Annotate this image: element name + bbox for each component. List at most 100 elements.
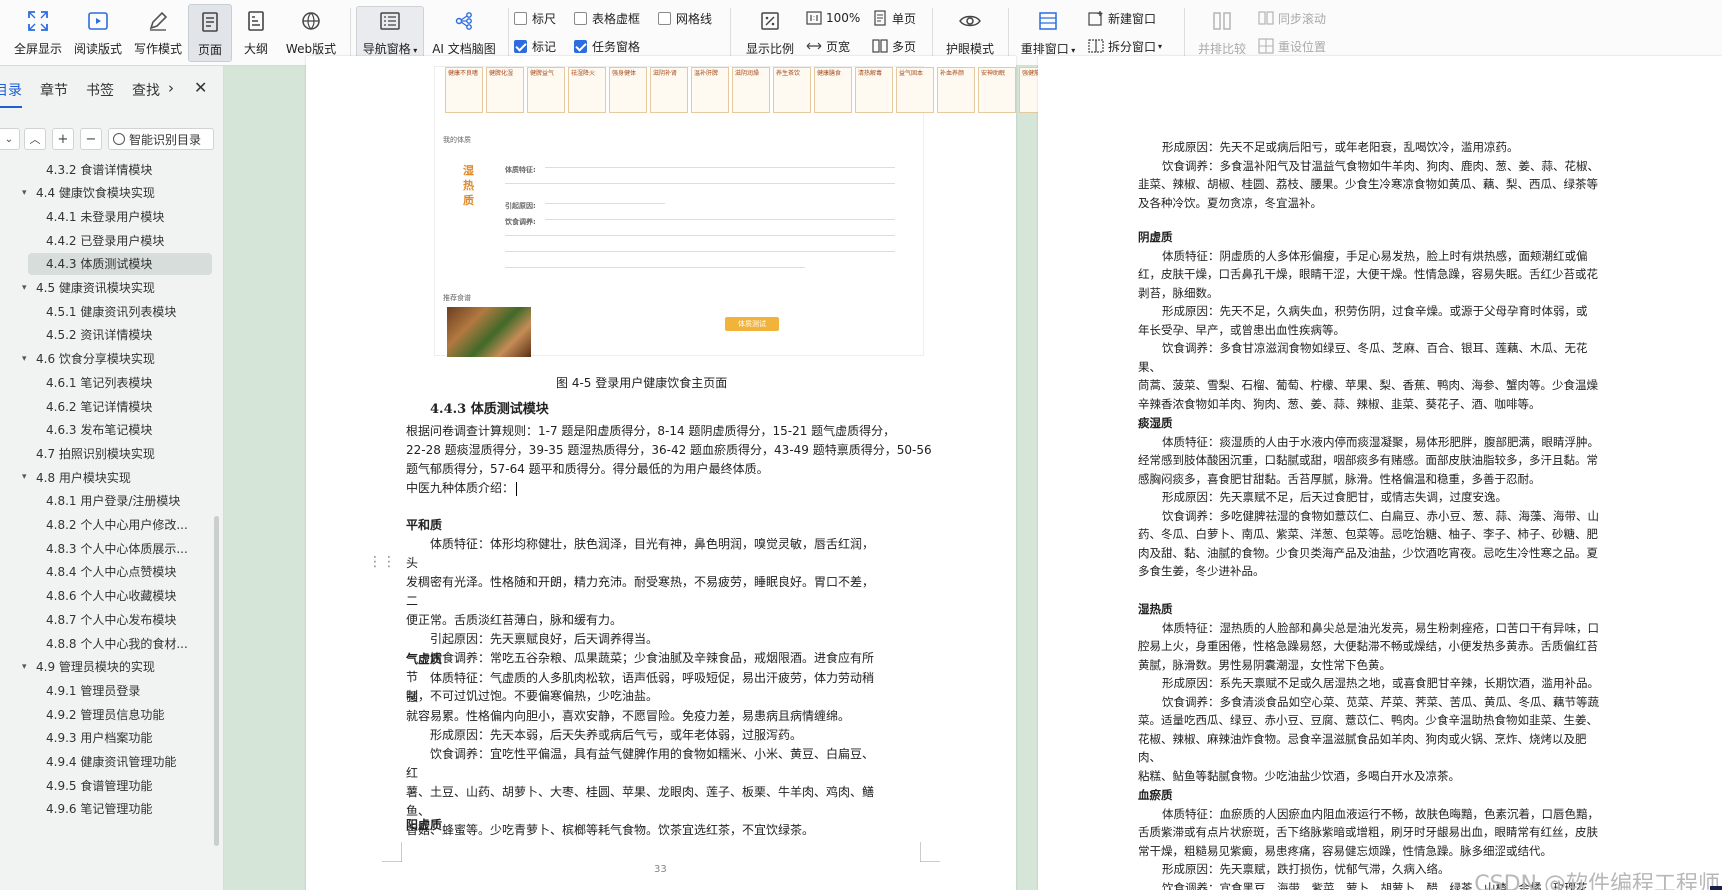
page-width-icon (806, 38, 822, 54)
caret-down-icon[interactable]: ▾ (22, 354, 32, 364)
tab-toc[interactable]: 目录 (0, 80, 22, 100)
toc-item[interactable]: ▾ 4.6 饮食分享模块实现 (0, 348, 214, 370)
outline-button[interactable]: 大纲 (238, 4, 274, 62)
toc-item[interactable]: 4.5.1 健康资讯列表模块 (0, 300, 214, 322)
toc-item-label: 4.6.1 笔记列表模块 (46, 375, 153, 390)
checkbox-box (658, 11, 671, 25)
food-tile: 健脾化湿 (486, 67, 524, 113)
eye-protection-button[interactable]: 护眼模式 (940, 4, 1000, 62)
toc-item[interactable]: 4.9.3 用户档案功能 (0, 727, 214, 749)
reset-position-button[interactable]: 重设位置 (1258, 35, 1326, 57)
toc-item[interactable]: 4.8.1 用户登录/注册模块 (0, 490, 214, 512)
toc-item[interactable]: 4.8.6 个人中心收藏模块 (0, 585, 214, 607)
text-line: 黄腻，脉滑数。男性易阴囊潮湿，女性常下色黄。 (1138, 657, 1391, 672)
toc-item[interactable]: 4.7 拍照识别模块实现 (0, 442, 214, 464)
toc-item[interactable]: 4.6.2 笔记详情模块 (0, 395, 214, 417)
toc-item-label: 4.8 用户模块实现 (36, 470, 131, 485)
sync-scroll-icon (1258, 10, 1274, 26)
text-line: 引起原因：先天禀赋良好，后天调养得当。 (430, 632, 659, 646)
nav-pane-icon (377, 8, 403, 34)
single-page-button[interactable]: 单页 (872, 7, 916, 29)
text-line: 花椒、辣椒、麻辣油炸食物。忌食辛温滋腻食品如羊肉、狗肉或火锅、烹炸、烧烤以及肥肉… (1138, 731, 1587, 765)
zoom-ratio-button[interactable]: 显示比例 (742, 4, 798, 62)
toc-item[interactable]: 4.4.2 已登录用户模块 (0, 229, 214, 251)
toc-item[interactable]: ▾ 4.9 管理员模块的实现 (0, 656, 214, 678)
toc-item[interactable]: 4.8.3 个人中心体质展示... (0, 537, 214, 559)
gridlines-checkbox[interactable]: 网格线 (658, 7, 712, 29)
toc-item-label: 4.9.5 食谱管理功能 (46, 778, 153, 793)
fullscreen-button[interactable]: 全屏显示 (10, 4, 66, 62)
food-tile: 补血养颜 (937, 67, 975, 113)
collapse-button[interactable]: ⌄ (0, 128, 20, 150)
page-34: 形成原因：先天不足或病后阳亏，或年老阳衰，乱喝饮冷，滥用凉药。 饮食调养：多食温… (1038, 56, 1722, 890)
web-layout-button[interactable]: Web版式 (282, 4, 340, 62)
tab-bookmarks[interactable]: 书签 (86, 80, 114, 100)
toc-item[interactable]: ▾ 4.8 用户模块实现 (0, 466, 214, 488)
food-tile: 滋阴润燥 (732, 67, 770, 113)
reading-mode-button[interactable]: 阅读版式 (70, 4, 126, 62)
toc-item[interactable]: 4.3.2 食谱详情模块 (0, 158, 214, 180)
separator (932, 8, 933, 58)
toc-item[interactable]: 4.9.4 健康资讯管理功能 (0, 751, 214, 773)
zoom-100-button[interactable]: 100% (806, 7, 860, 29)
tab-chapters[interactable]: 章节 (40, 80, 68, 100)
rearrange-window-button[interactable]: 重排窗口 ▾ (1016, 4, 1080, 62)
caret-down-icon[interactable]: ▾ (22, 472, 32, 482)
toc-item[interactable]: 4.5.2 资讯详情模块 (0, 324, 214, 346)
minus-icon: − (85, 131, 97, 147)
toc-item-label: 4.9.4 健康资讯管理功能 (46, 755, 177, 769)
ruler-checkbox[interactable]: 标尺 (514, 7, 556, 29)
toc-item[interactable]: 4.8.2 个人中心用户修改... (0, 514, 214, 536)
toc-item-label: 4.4.2 已登录用户模块 (46, 233, 165, 248)
navigation-pane: 目录 章节 书签 查找 › ✕ ⌄ ︿ + − 智能识别目录 4.3.2 食谱详… (0, 66, 224, 890)
caret-down-icon[interactable]: ▾ (22, 662, 32, 672)
marks-checkbox[interactable]: 标记 (514, 35, 556, 57)
toc-item-label: 4.8.2 个人中心用户修改... (46, 518, 188, 532)
toc-item[interactable]: 4.9.1 管理员登录 (0, 679, 214, 701)
task-pane-checkbox[interactable]: 任务窗格 (574, 35, 640, 57)
sidebar-scrollbar[interactable] (214, 516, 219, 846)
page-view-button[interactable]: 页面 (188, 4, 232, 62)
multi-page-button[interactable]: 多页 (872, 35, 916, 57)
toc-item-label: 4.8.6 个人中心收藏模块 (46, 589, 177, 604)
chevron-right-icon[interactable]: › (168, 79, 174, 97)
toc-item[interactable]: 4.6.1 笔记列表模块 (0, 371, 214, 393)
level-up-button[interactable]: ︿ (24, 128, 46, 150)
writing-mode-button[interactable]: 写作模式 (130, 4, 186, 62)
sync-scroll-button[interactable]: 同步滚动 (1258, 7, 1326, 29)
caret-down-icon[interactable]: ▾ (22, 188, 32, 198)
toc-item[interactable]: 4.8.4 个人中心点赞模块 (0, 561, 214, 583)
text-line: 体质特征：痰湿质的人由于水液内停而痰湿凝聚，易体形肥胖，腹部肥满，眼睛浮肿。 (1162, 434, 1599, 449)
chevron-up-icon: ︿ (29, 133, 41, 146)
table-grid-checkbox[interactable]: 表格虚框 (574, 7, 640, 29)
toc-item[interactable]: 4.9.5 食谱管理功能 (0, 774, 214, 796)
toc-item[interactable]: ▾ 4.5 健康资讯模块实现 (0, 277, 214, 299)
toc-item[interactable]: 4.8.8 个人中心我的食材... (0, 632, 214, 654)
tab-find[interactable]: 查找 (132, 80, 160, 100)
smart-toc-button[interactable]: 智能识别目录 (108, 128, 214, 150)
dark-corner-element (1710, 886, 1722, 890)
toc-item[interactable]: 4.9.6 笔记管理功能 (0, 798, 214, 820)
text-line: 发稠密有光泽。性格随和开朗，精力充沛。耐受寒热，不易疲劳，睡眠良好。胃口不差，二 (406, 575, 875, 608)
text-line: 粘糕、鲇鱼等黏腻食物。少吃油盐少饮酒，多喝白开水及凉茶。 (1138, 768, 1460, 783)
remove-heading-button[interactable]: − (80, 128, 102, 150)
toc-item[interactable]: 4.4.1 未登录用户模块 (0, 205, 214, 227)
caret-down-icon[interactable]: ▾ (22, 283, 32, 293)
text-line: 形成原因：先天禀赋不足，后天过食肥甘，或情志失调，过度安逸。 (1162, 490, 1507, 504)
toc-item[interactable]: 4.6.3 发布笔记模块 (0, 419, 214, 441)
drag-handle-icon[interactable]: ⋮⋮ (368, 554, 396, 570)
toc-item[interactable]: ▾ 4.4 健康饮食模块实现 (0, 182, 214, 204)
text-line: 体质特征：气虚质的人多肌肉松软，语声低弱，呼吸短促，易出汗疲劳，体力劳动稍强 (406, 671, 875, 704)
toc-item[interactable]: 4.9.2 管理员信息功能 (0, 703, 214, 725)
split-window-button[interactable]: 拆分窗口 ▾ (1088, 35, 1162, 57)
toc-item[interactable]: 4.8.7 个人中心发布模块 (0, 608, 214, 630)
ai-mindmap-button[interactable]: AI 文档脑图 (428, 4, 500, 62)
page-width-button[interactable]: 页宽 (806, 35, 850, 57)
close-icon[interactable]: ✕ (194, 78, 207, 97)
add-heading-button[interactable]: + (52, 128, 74, 150)
toc-item[interactable]: 4.4.3 体质测试模块 (28, 252, 212, 275)
nav-pane-button[interactable]: 导航窗格 ▾ (358, 4, 422, 62)
outline-icon (243, 8, 269, 34)
new-window-button[interactable]: 新建窗口 (1088, 7, 1156, 29)
side-by-side-button[interactable]: 并排比较 (1192, 4, 1252, 62)
